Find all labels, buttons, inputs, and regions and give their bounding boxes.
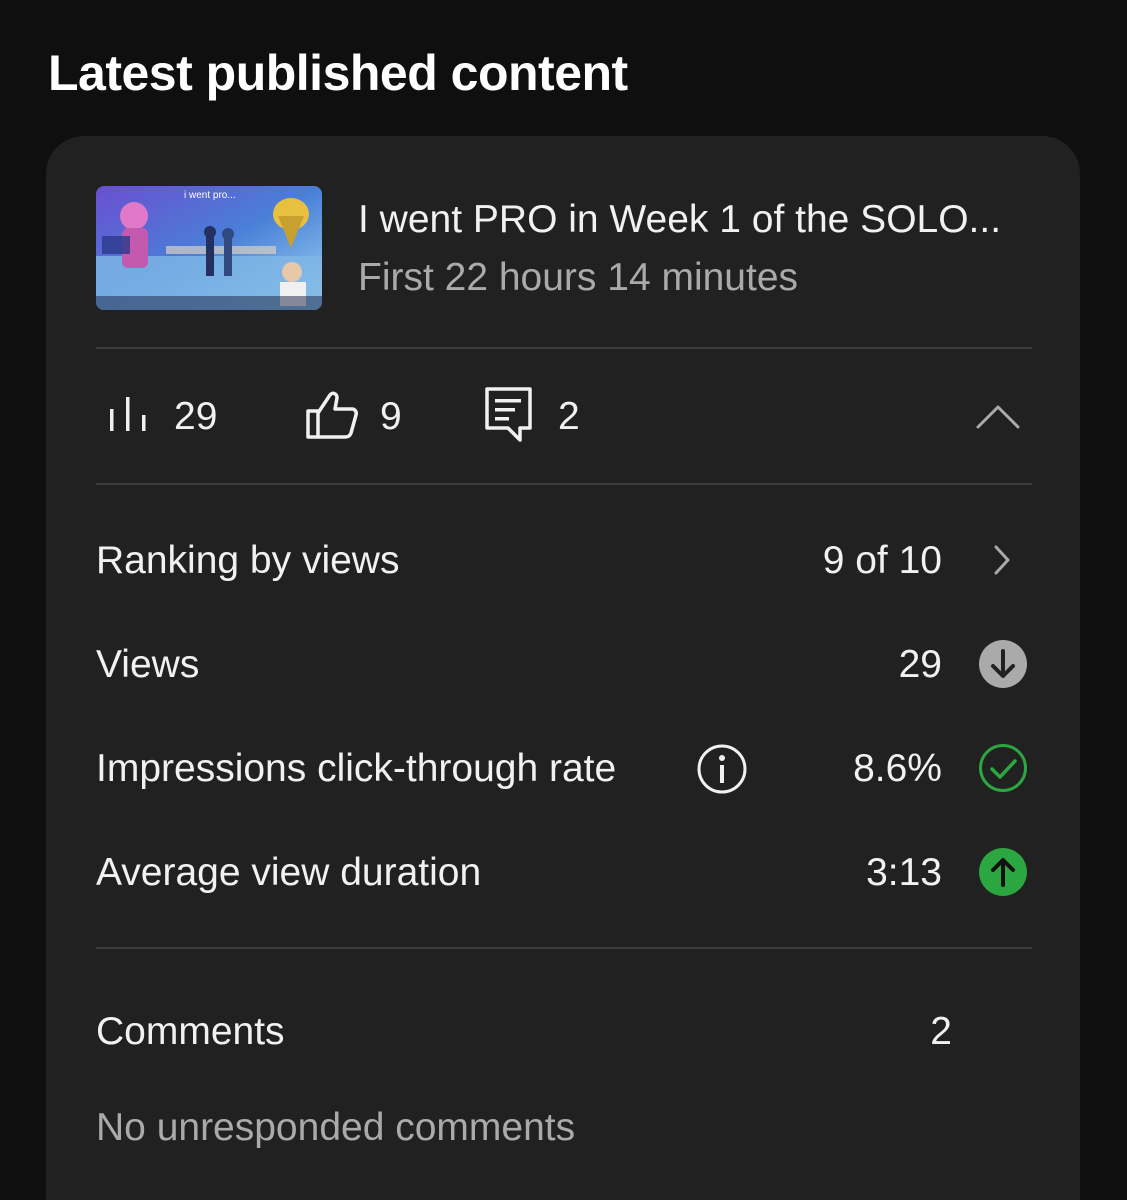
metric-label: Impressions click-through rate	[96, 747, 617, 790]
metric-label: Ranking by views	[96, 539, 400, 582]
comments-label: Comments	[96, 1010, 285, 1053]
likes-count: 9	[380, 395, 402, 438]
comments-section[interactable]: Comments 2 No unresponded comments	[96, 996, 1032, 1166]
divider	[96, 947, 1032, 949]
comments-status: No unresponded comments	[96, 1106, 576, 1149]
video-title[interactable]: I went PRO in Week 1 of the SOLO...	[358, 198, 1001, 242]
arrow-down-circle-icon	[978, 639, 1028, 689]
metric-value: 29	[898, 643, 942, 686]
comments-stat: 2	[484, 386, 580, 445]
video-header[interactable]: i went pro... I went PRO in Week 1 of th…	[96, 186, 1032, 312]
chevron-right-icon[interactable]	[978, 535, 1028, 585]
comments-value: 2	[930, 1010, 952, 1053]
arrow-up-circle-icon	[978, 847, 1028, 897]
check-circle-icon	[978, 743, 1028, 793]
comments-count: 2	[558, 395, 580, 438]
metric-value: 9 of 10	[822, 539, 942, 582]
likes-stat: 9	[304, 389, 402, 445]
thumbs-up-icon	[304, 389, 360, 446]
metric-value: 3:13	[866, 851, 942, 894]
ranking-row[interactable]: Ranking by views 9 of 10	[96, 531, 1032, 591]
analytics-page: Latest published content i went pro... I…	[0, 0, 1127, 1200]
bar-chart-icon	[106, 393, 150, 442]
video-thumbnail[interactable]: i went pro...	[96, 186, 322, 310]
views-row: Views 29	[96, 635, 1032, 695]
thumbnail-caption: i went pro...	[184, 190, 236, 201]
video-time-window: First 22 hours 14 minutes	[358, 256, 799, 299]
stats-row: 29 9 2	[96, 349, 1032, 483]
comment-icon	[484, 386, 534, 449]
latest-content-card: i went pro... I went PRO in Week 1 of th…	[46, 136, 1080, 1200]
views-stat: 29	[106, 389, 217, 445]
collapse-button[interactable]	[972, 395, 1024, 439]
metric-value: 8.6%	[853, 747, 942, 790]
metric-label: Views	[96, 643, 200, 686]
avg-duration-row: Average view duration 3:13	[96, 843, 1032, 903]
divider	[96, 483, 1032, 485]
views-count: 29	[174, 395, 218, 438]
metric-label: Average view duration	[96, 851, 482, 894]
info-icon[interactable]	[696, 743, 748, 795]
ctr-row: Impressions click-through rate 8.6%	[96, 739, 1032, 799]
section-title: Latest published content	[48, 45, 628, 101]
chevron-up-icon	[976, 405, 1020, 429]
